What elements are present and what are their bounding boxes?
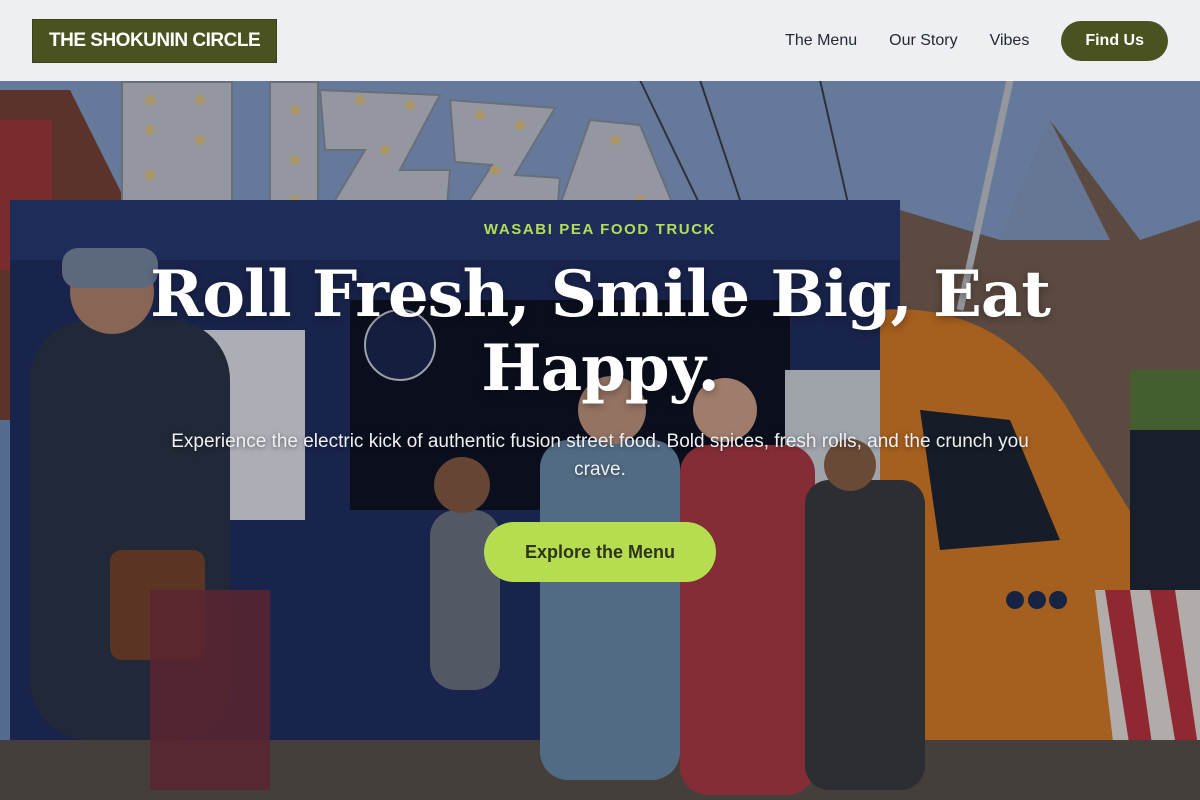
find-us-button[interactable]: Find Us bbox=[1061, 20, 1168, 61]
brand-logo[interactable]: THE SHOKUNIN CIRCLE bbox=[32, 18, 278, 63]
main-nav: The Menu Our Story Vibes Find Us bbox=[753, 20, 1168, 61]
hero-eyebrow: WASABI PEA FOOD TRUCK bbox=[483, 221, 717, 238]
nav-link-vibes[interactable]: Vibes bbox=[990, 32, 1030, 50]
nav-link-the-menu[interactable]: The Menu bbox=[785, 32, 857, 50]
hero-subtext: Experience the electric kick of authenti… bbox=[171, 431, 1029, 480]
hero-section: WASABI PEA FOOD TRUCK Roll Fresh, Smile … bbox=[0, 0, 1200, 800]
nav-link-our-story[interactable]: Our Story bbox=[889, 32, 957, 50]
explore-menu-button[interactable]: Explore the Menu bbox=[484, 522, 716, 582]
site-header: THE SHOKUNIN CIRCLE The Menu Our Story V… bbox=[0, 0, 1200, 81]
hero-headline: Roll Fresh, Smile Big, Eat Happy. bbox=[150, 257, 1051, 406]
